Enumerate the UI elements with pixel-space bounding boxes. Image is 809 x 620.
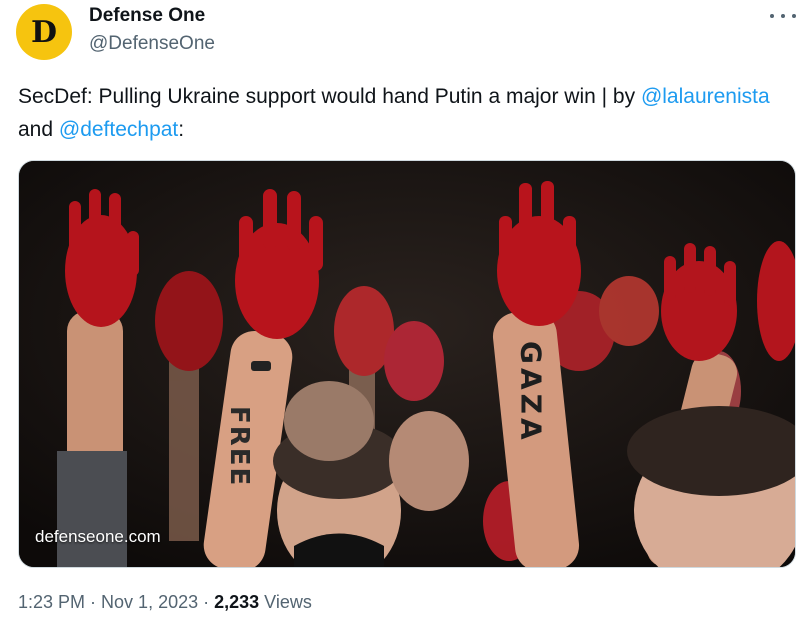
- views-label: Views: [259, 592, 312, 612]
- media-watermark: defenseone.com: [35, 527, 161, 546]
- tweet-date[interactable]: Nov 1, 2023: [101, 592, 198, 612]
- mention-link-lalaurenista[interactable]: @lalaurenista: [641, 85, 770, 108]
- avatar[interactable]: D: [16, 4, 72, 60]
- tweet-photo[interactable]: FREE GAZA defenseone.com: [18, 160, 796, 568]
- meta-separator: ·: [198, 592, 215, 612]
- tweet-text-end: :: [178, 118, 185, 141]
- author-handle[interactable]: @DefenseOne: [89, 33, 215, 55]
- mention-link-deftechpat[interactable]: @deftechpat: [59, 118, 178, 141]
- tweet-meta: 1:23 PM · Nov 1, 2023 · 2,233 Views: [18, 592, 312, 613]
- tweet-text-start: SecDef: Pulling Ukraine support would ha…: [18, 85, 641, 108]
- tweet-time[interactable]: 1:23 PM: [18, 592, 85, 612]
- author-display-name[interactable]: Defense One: [89, 5, 205, 27]
- arm-text-gaza: GAZA: [515, 341, 548, 444]
- meta-separator: ·: [85, 592, 102, 612]
- tweet-text-middle: and: [18, 118, 59, 141]
- arm-text-free: FREE: [224, 406, 254, 487]
- views-count: 2,233: [214, 592, 260, 612]
- protest-photo-illustration: FREE GAZA: [19, 161, 795, 567]
- more-options-icon[interactable]: [770, 8, 796, 24]
- tweet-text: SecDef: Pulling Ukraine support would ha…: [18, 80, 788, 146]
- avatar-letter: D: [30, 14, 57, 50]
